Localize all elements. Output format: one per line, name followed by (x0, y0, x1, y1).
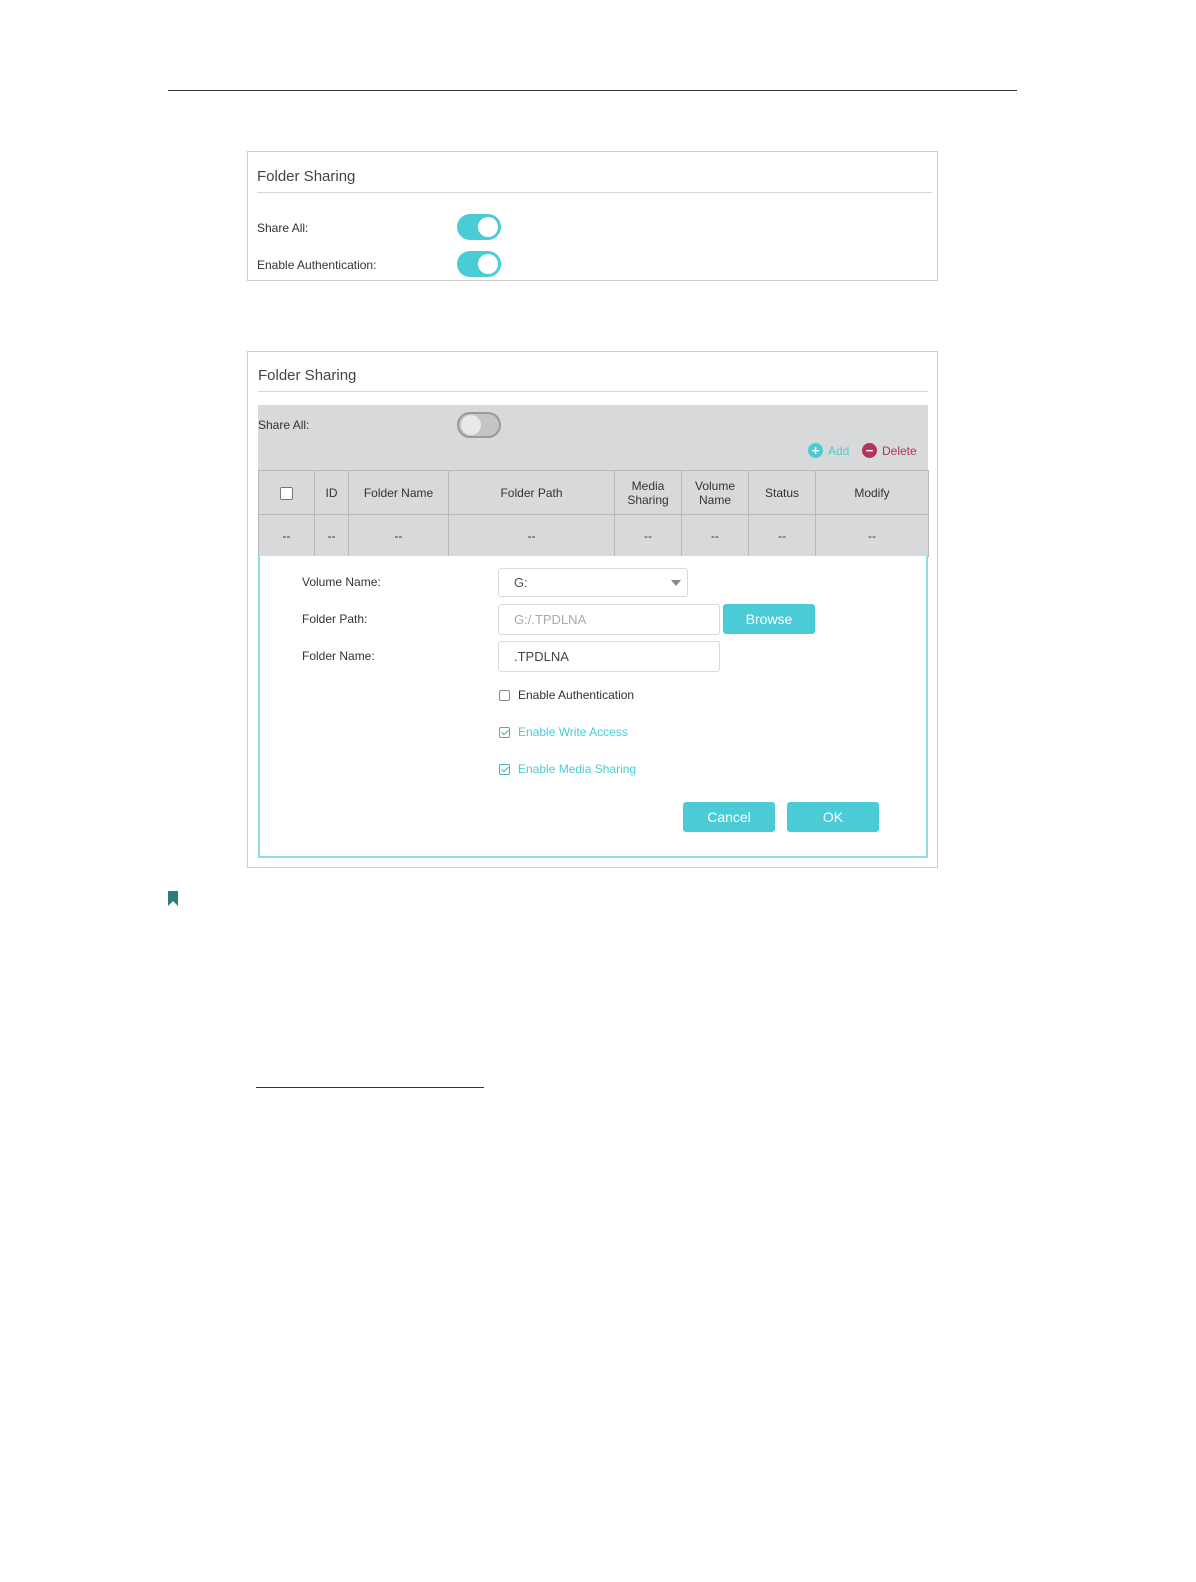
add-label: Add (828, 443, 850, 458)
col-header-status: Status (748, 470, 816, 515)
col-header-modify: Modify (815, 470, 929, 515)
table-row: -- -- -- -- -- -- -- -- (258, 514, 929, 557)
page-header-rule (168, 90, 1017, 91)
col-header-id: ID (314, 470, 349, 515)
table-header-row: ID Folder Name Folder Path Media Sharing… (258, 470, 929, 515)
folder-sharing-panel-bottom: Folder Sharing Share All: + Add − Delete… (247, 351, 938, 868)
volume-name-value: G: (514, 575, 528, 590)
table-cell: -- (348, 514, 449, 557)
enable-media-sharing-label: Enable Media Sharing (518, 762, 637, 776)
table-cell: -- (748, 514, 816, 557)
delete-button[interactable]: − Delete (862, 443, 917, 458)
enable-authentication-checkbox[interactable] (499, 689, 510, 701)
folder-edit-form: Volume Name: G: Folder Path: G:/.TPDLNA … (258, 556, 928, 858)
share-all-toggle[interactable] (457, 214, 501, 240)
folder-path-label: Folder Path: (302, 612, 368, 626)
share-all-toggle[interactable] (457, 412, 501, 438)
enable-authentication-option-label: Enable Authentication (518, 688, 635, 702)
col-header-folder-name: Folder Name (348, 470, 449, 515)
browse-button[interactable]: Browse (723, 604, 815, 634)
table-cell: -- (681, 514, 749, 557)
panel-title: Folder Sharing (257, 168, 356, 185)
folder-name-label: Folder Name: (302, 649, 375, 663)
col-header-folder-path: Folder Path (448, 470, 615, 515)
enable-write-access-label: Enable Write Access (518, 725, 628, 739)
toggle-knob (461, 415, 481, 435)
enable-authentication-toggle[interactable] (457, 251, 501, 277)
table-cell: -- (815, 514, 929, 557)
enable-write-access-checkbox[interactable] (499, 726, 510, 738)
col-header-volume-name: Volume Name (681, 470, 749, 515)
folder-name-input[interactable]: .TPDLNA (498, 641, 720, 672)
col-header-media-sharing: Media Sharing (614, 470, 682, 515)
delete-label: Delete (882, 443, 917, 458)
table-cell: -- (614, 514, 682, 557)
share-all-label: Share All: (258, 418, 310, 432)
footnote-rule (256, 1087, 484, 1088)
enable-media-sharing-option[interactable]: Enable Media Sharing (499, 762, 636, 776)
enable-authentication-option[interactable]: Enable Authentication (499, 688, 634, 702)
toggle-knob (478, 217, 498, 237)
cancel-button[interactable]: Cancel (683, 802, 775, 832)
folder-name-value: .TPDLNA (514, 649, 569, 664)
toggle-knob (478, 254, 498, 274)
folder-path-value: G:/.TPDLNA (514, 612, 587, 627)
folder-path-input[interactable]: G:/.TPDLNA (498, 604, 720, 635)
enable-authentication-label: Enable Authentication: (257, 258, 377, 272)
folder-sharing-panel-top: Folder Sharing Share All: Enable Authent… (247, 151, 938, 281)
panel-divider (258, 391, 928, 392)
folder-table: ID Folder Name Folder Path Media Sharing… (258, 470, 929, 557)
add-icon: + (808, 443, 823, 458)
add-button[interactable]: + Add (808, 443, 849, 458)
share-all-label: Share All: (257, 221, 309, 235)
table-cell: -- (258, 514, 315, 557)
ok-button[interactable]: OK (787, 802, 879, 832)
select-all-cell (258, 470, 315, 515)
chevron-down-icon (671, 580, 681, 586)
table-cell: -- (314, 514, 349, 557)
panel-title: Folder Sharing (258, 367, 357, 384)
volume-name-label: Volume Name: (302, 575, 381, 589)
bookmark-icon (168, 891, 178, 906)
enable-media-sharing-checkbox[interactable] (499, 763, 510, 775)
table-cell: -- (448, 514, 615, 557)
delete-icon: − (862, 443, 877, 458)
select-all-checkbox[interactable] (280, 486, 293, 500)
panel-divider (257, 192, 932, 193)
enable-write-access-option[interactable]: Enable Write Access (499, 725, 628, 739)
volume-name-select[interactable]: G: (498, 568, 688, 597)
